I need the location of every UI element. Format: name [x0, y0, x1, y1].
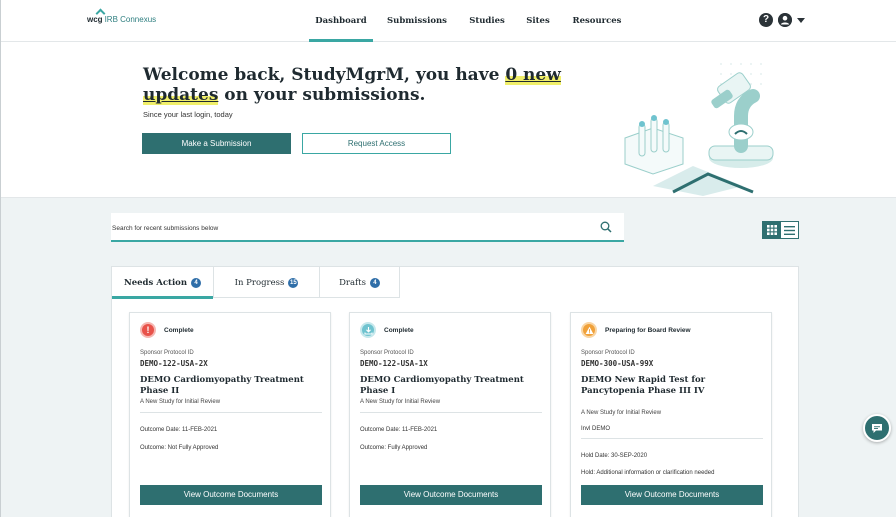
welcome-text-end: on your submissions.: [218, 85, 426, 105]
view-toggle: [762, 221, 799, 239]
nav-studies[interactable]: Studies: [461, 0, 513, 42]
last-login-text: Since your last login, today: [143, 110, 233, 119]
nav-resources[interactable]: Resources: [566, 0, 628, 42]
hold-date: Hold Date: 30-SEP-2020: [581, 453, 648, 459]
brand-name: IRB Connexus: [104, 15, 157, 24]
study-subtitle: A New Study for Initial Review: [140, 399, 221, 405]
microscope-illustration: [624, 63, 774, 196]
count-badge: 4: [191, 277, 202, 288]
card-status: Preparing for Board Review: [581, 322, 691, 338]
count-badge: 4: [369, 277, 380, 288]
submission-card: ! Complete Sponsor Protocol ID DEMO-122-…: [129, 312, 331, 517]
warning-icon: [581, 322, 597, 338]
count-badge: 15: [288, 277, 299, 288]
tab-drafts[interactable]: Drafts 4: [320, 267, 400, 298]
study-title[interactable]: DEMO Cardiomyopathy Treatment Phase I: [360, 375, 546, 397]
study-subtitle: A New Study for Initial Review: [360, 399, 441, 405]
tab-in-progress[interactable]: In Progress 15: [214, 267, 320, 298]
alert-icon: !: [140, 322, 156, 338]
tab-label: In Progress: [234, 277, 285, 288]
nav-dashboard[interactable]: Dashboard: [309, 0, 373, 42]
welcome-message: Welcome back, StudyMgrM, you have 0 new …: [143, 65, 603, 105]
study-title[interactable]: DEMO Cardiomyopathy Treatment Phase II: [140, 375, 326, 397]
protocol-id: DEMO-122-USA-1X: [360, 359, 428, 368]
card-status: Complete: [360, 322, 414, 338]
download-icon: [360, 322, 376, 338]
card-divider: [581, 438, 763, 439]
outcome-date: Outcome Date: 11-FEB-2021: [140, 427, 218, 433]
view-outcome-documents-button[interactable]: View Outcome Documents: [581, 485, 763, 505]
hold-reason: Hold: Additional information or clarific…: [581, 470, 715, 476]
tab-label: Drafts: [339, 277, 366, 288]
status-label: Complete: [384, 326, 414, 334]
welcome-text-start: Welcome back, StudyMgrM, you have: [143, 65, 506, 85]
view-outcome-documents-button[interactable]: View Outcome Documents: [140, 485, 322, 505]
chevron-down-icon[interactable]: [797, 17, 805, 23]
make-submission-button[interactable]: Make a Submission: [142, 133, 291, 154]
study-title[interactable]: DEMO New Rapid Test for Pancytopenia Pha…: [581, 375, 767, 397]
header-actions: ?: [759, 13, 805, 27]
main-nav: Dashboard Submissions Studies Sites Reso…: [309, 0, 628, 42]
brand-wcg: wcg: [87, 15, 103, 24]
nav-submissions[interactable]: Submissions: [377, 0, 457, 42]
nav-sites[interactable]: Sites: [518, 0, 558, 42]
search-input[interactable]: Search for recent submissions below: [112, 225, 218, 232]
submission-tabs: Needs Action 4 In Progress 15 Drafts 4: [112, 267, 400, 299]
tab-label: Needs Action: [123, 277, 188, 288]
card-status: ! Complete: [140, 322, 194, 338]
outcome-date: Outcome Date: 11-FEB-2021: [360, 427, 438, 433]
protocol-label: Sponsor Protocol ID: [360, 350, 414, 356]
card-divider: [140, 412, 322, 413]
top-nav: wcg IRB Connexus Dashboard Submissions S…: [1, 0, 896, 42]
list-view-icon[interactable]: [781, 222, 799, 238]
protocol-label: Sponsor Protocol ID: [140, 350, 194, 356]
app-frame: wcg IRB Connexus Dashboard Submissions S…: [0, 0, 896, 517]
submission-card: Preparing for Board Review Sponsor Proto…: [570, 312, 772, 517]
outcome-status: Outcome: Not Fully Approved: [140, 445, 219, 451]
search-bar[interactable]: Search for recent submissions below: [111, 213, 624, 242]
chat-icon: [872, 423, 882, 433]
welcome-hero: Welcome back, StudyMgrM, you have 0 new …: [1, 42, 896, 198]
view-outcome-documents-button[interactable]: View Outcome Documents: [360, 485, 542, 505]
help-icon[interactable]: ?: [759, 13, 773, 27]
chat-button[interactable]: [863, 414, 891, 442]
protocol-id: DEMO-300-USA-99X: [581, 359, 654, 368]
study-subtitle: A New Study for Initial Review: [581, 410, 662, 416]
search-icon[interactable]: [600, 221, 612, 233]
grid-view-icon[interactable]: [763, 222, 781, 238]
protocol-id: DEMO-122-USA-2X: [140, 359, 208, 368]
user-icon[interactable]: [778, 13, 792, 27]
submission-card: Complete Sponsor Protocol ID DEMO-122-US…: [349, 312, 551, 517]
tab-needs-action[interactable]: Needs Action 4: [112, 267, 214, 299]
brand-logo[interactable]: wcg IRB Connexus: [87, 15, 156, 24]
investigator-name: Invl DEMO: [581, 426, 611, 432]
outcome-status: Outcome: Fully Approved: [360, 445, 428, 451]
status-label: Preparing for Board Review: [605, 326, 691, 334]
status-label: Complete: [164, 326, 194, 334]
request-access-button[interactable]: Request Access: [302, 133, 451, 154]
protocol-label: Sponsor Protocol ID: [581, 350, 635, 356]
card-divider: [360, 412, 542, 413]
